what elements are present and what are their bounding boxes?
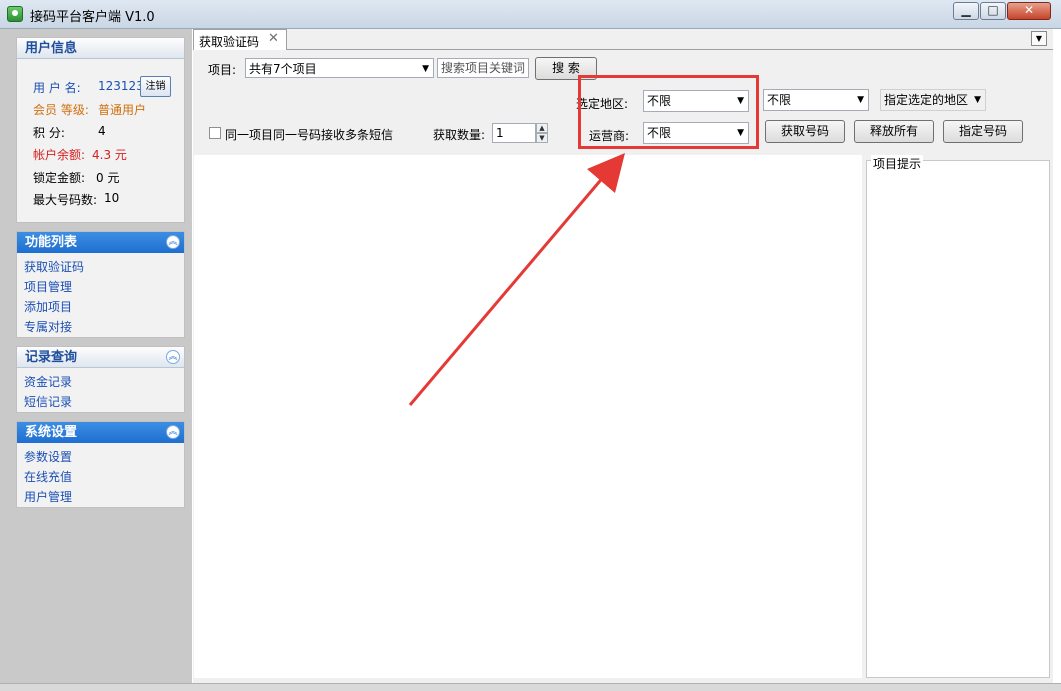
project-hints-label: 项目提示 [871, 155, 924, 172]
tab-list-dropdown-icon[interactable]: ▼ [1031, 31, 1047, 46]
max-numbers-value: 10 [104, 191, 120, 205]
balance-value: 4.3 元 [92, 148, 127, 162]
nav-link-project-management[interactable]: 项目管理 [24, 278, 72, 295]
nav-link-add-project[interactable]: 添加项目 [24, 298, 72, 315]
logout-button[interactable]: 注销 [140, 76, 171, 97]
username-label: 用 户 名: [33, 81, 81, 95]
collapse-chevron-icon[interactable]: ︽ [166, 350, 180, 364]
nav-link-online-recharge[interactable]: 在线充值 [24, 468, 72, 485]
region-secondary-value: 不限 [767, 93, 792, 107]
minimize-button[interactable]: ▁ [953, 2, 979, 20]
restore-button[interactable]: □ [980, 2, 1006, 20]
region-mode-value: 指定选定的地区 [884, 93, 969, 107]
quantity-input[interactable]: 1 [492, 123, 536, 143]
region-secondary-select[interactable]: 不限 ▼ [763, 89, 869, 111]
level-value: 普通用户 [98, 103, 147, 117]
points-label: 积 分: [33, 126, 65, 140]
locked-amount-label: 锁定金额: [33, 171, 86, 185]
nav-link-fund-records[interactable]: 资金记录 [24, 373, 72, 390]
project-select-value: 共有7个项目 [249, 62, 317, 76]
max-numbers-label: 最大号码数: [33, 193, 98, 207]
records-header[interactable]: 记录查询 [17, 347, 184, 368]
region-mode-select[interactable]: 指定选定的地区 ▼ [880, 89, 986, 111]
project-search-input[interactable]: 搜索项目关键词 [437, 58, 529, 78]
function-list-header[interactable]: 功能列表 [17, 232, 184, 253]
dropdown-arrow-icon: ▼ [974, 95, 981, 105]
quantity-up-icon[interactable]: ▲ [536, 123, 548, 133]
multi-sms-label: 同一项目同一号码接收多条短信 [225, 128, 394, 142]
close-button[interactable]: ✕ [1007, 2, 1051, 20]
points-value: 4 [98, 124, 106, 138]
project-hints-box [866, 160, 1050, 678]
username-value: 123123 [98, 79, 144, 93]
locked-amount-value: 0 元 [96, 171, 120, 185]
user-info-header: 用户信息 [17, 38, 184, 59]
app-icon [7, 6, 23, 22]
title-bar [0, 0, 1061, 29]
get-number-button[interactable]: 获取号码 [765, 120, 845, 143]
nav-link-get-code[interactable]: 获取验证码 [24, 258, 84, 275]
quantity-down-icon[interactable]: ▼ [536, 133, 548, 143]
annotation-highlight-box [578, 75, 759, 149]
level-label: 会员 等级: [33, 103, 89, 117]
tab-get-code-label: 获取验证码 [199, 35, 260, 49]
assign-number-button[interactable]: 指定号码 [943, 120, 1023, 143]
dropdown-arrow-icon: ▼ [857, 95, 864, 105]
release-all-button[interactable]: 释放所有 [854, 120, 934, 143]
collapse-chevron-icon[interactable]: ︽ [166, 425, 180, 439]
nav-link-parameter-settings[interactable]: 参数设置 [24, 448, 72, 465]
nav-link-user-management[interactable]: 用户管理 [24, 488, 72, 505]
settings-header[interactable]: 系统设置 [17, 422, 184, 443]
nav-link-sms-records[interactable]: 短信记录 [24, 393, 72, 410]
dropdown-arrow-icon: ▼ [422, 64, 429, 74]
window-title: 接码平台客户端 V1.0 [30, 10, 155, 25]
user-info-panel: 用户信息 用 户 名: 123123 注销 会员 等级: 普通用户 积 分: 4… [16, 37, 185, 223]
quantity-label: 获取数量: [433, 128, 486, 142]
nav-link-dedicated-integration[interactable]: 专属对接 [24, 318, 72, 335]
function-list-panel: 功能列表 ︽ 获取验证码 项目管理 添加项目 专属对接 [16, 231, 185, 338]
records-panel: 记录查询 ︽ 资金记录 短信记录 [16, 346, 185, 413]
project-label: 项目: [208, 63, 237, 77]
collapse-chevron-icon[interactable]: ︽ [166, 235, 180, 249]
project-select[interactable]: 共有7个项目 ▼ [245, 58, 434, 78]
annotation-arrow-icon [408, 153, 625, 406]
settings-panel: 系统设置 ︽ 参数设置 在线充值 用户管理 [16, 421, 185, 508]
tab-close-icon[interactable]: ✕ [268, 31, 279, 46]
tab-strip [193, 29, 1053, 50]
balance-label: 帐户余额: [33, 148, 86, 162]
multi-sms-checkbox[interactable] [209, 127, 221, 139]
